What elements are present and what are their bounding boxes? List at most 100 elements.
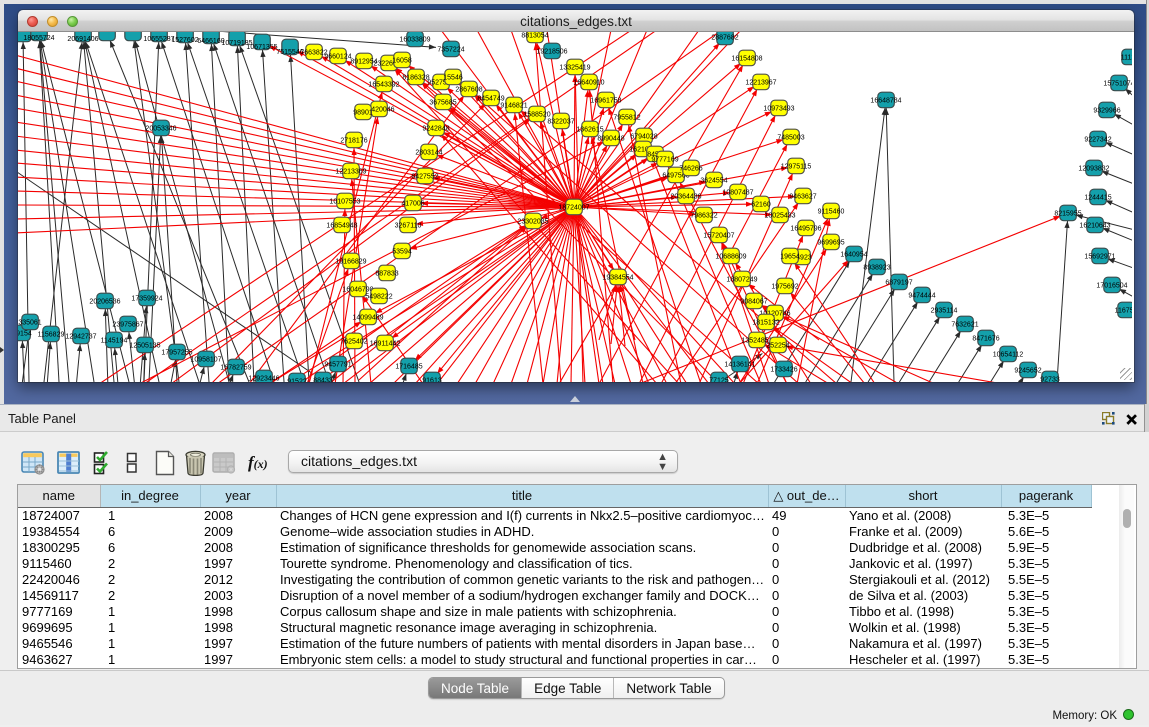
svg-text:3624554: 3624554 xyxy=(700,177,727,184)
svg-text:1244415: 1244415 xyxy=(1084,194,1111,201)
svg-text:16210643: 16210643 xyxy=(1079,222,1110,229)
svg-text:15720407: 15720407 xyxy=(703,232,734,239)
svg-text:10655287: 10655287 xyxy=(143,36,174,43)
svg-text:18055724: 18055724 xyxy=(23,35,54,42)
svg-text:19654: 19654 xyxy=(780,253,800,260)
svg-text:9660124: 9660124 xyxy=(324,53,351,60)
svg-text:9242848: 9242848 xyxy=(422,125,449,132)
svg-text:1588520: 1588520 xyxy=(523,111,550,118)
svg-text:1145194: 1145194 xyxy=(101,337,128,344)
svg-text:10807487: 10807487 xyxy=(722,189,753,196)
svg-text:3675685: 3675685 xyxy=(429,99,456,106)
svg-text:7986322: 7986322 xyxy=(690,212,717,219)
svg-text:39154: 39154 xyxy=(18,330,32,337)
svg-text:1156829: 1156829 xyxy=(38,331,65,338)
svg-text:7625402: 7625402 xyxy=(340,338,367,345)
svg-text:2887682: 2887682 xyxy=(711,34,738,41)
svg-text:12213369: 12213369 xyxy=(335,168,366,175)
svg-text:14136141: 14136141 xyxy=(724,361,755,368)
svg-text:3267110: 3267110 xyxy=(395,222,422,229)
svg-text:16911442: 16911442 xyxy=(370,340,401,347)
svg-text:62160: 62160 xyxy=(751,201,771,208)
svg-text:12093832: 12093832 xyxy=(1078,165,1109,172)
svg-text:252254: 252254 xyxy=(766,342,789,349)
svg-text:9699695: 9699695 xyxy=(817,239,844,246)
svg-text:16640910: 16640910 xyxy=(573,79,604,86)
svg-text:17359924: 17359924 xyxy=(131,295,162,302)
svg-text:8471676: 8471676 xyxy=(972,335,999,342)
svg-text:10654112: 10654112 xyxy=(993,351,1024,358)
svg-text:1975692: 1975692 xyxy=(771,283,798,290)
svg-text:16648784: 16648784 xyxy=(870,97,901,104)
svg-text:10688609: 10688609 xyxy=(715,253,746,260)
svg-text:8215955: 8215955 xyxy=(1054,210,1081,217)
svg-text:7955812: 7955812 xyxy=(613,114,640,121)
svg-text:7485003: 7485003 xyxy=(777,134,804,141)
svg-text:17957255: 17957255 xyxy=(161,349,192,356)
svg-text:8938923: 8938923 xyxy=(863,264,890,271)
svg-text:746266: 746266 xyxy=(679,165,702,172)
svg-text:15692971: 15692971 xyxy=(1084,253,1115,260)
svg-text:2935114: 2935114 xyxy=(931,307,958,314)
svg-text:417006: 417006 xyxy=(401,200,424,207)
svg-text:1640954: 1640954 xyxy=(840,251,867,258)
svg-text:6794028: 6794028 xyxy=(630,133,657,140)
svg-text:16543392: 16543392 xyxy=(368,81,399,88)
svg-text:18807249: 18807249 xyxy=(726,276,757,283)
svg-text:12942737: 12942737 xyxy=(65,333,96,340)
svg-text:9146821: 9146821 xyxy=(500,102,527,109)
svg-text:10025433: 10025433 xyxy=(764,212,795,219)
svg-text:13325419: 13325419 xyxy=(559,64,590,71)
svg-text:20206536: 20206536 xyxy=(89,298,120,305)
svg-text:2867608: 2867608 xyxy=(455,86,482,93)
svg-text:1815132: 1815132 xyxy=(752,319,779,326)
svg-text:10107553: 10107553 xyxy=(329,198,360,205)
svg-text:16495796: 16495796 xyxy=(790,225,821,232)
svg-text:8427552: 8427552 xyxy=(411,173,438,180)
svg-text:23975867: 23975867 xyxy=(112,321,143,328)
svg-text:17016504: 17016504 xyxy=(1096,282,1127,289)
svg-text:7357224: 7357224 xyxy=(437,46,464,53)
svg-text:6879197: 6879197 xyxy=(885,279,912,286)
svg-text:8454749: 8454749 xyxy=(477,95,504,102)
svg-text:116753: 116753 xyxy=(1115,307,1132,314)
svg-text:15546: 15546 xyxy=(443,74,463,81)
svg-text:8813054: 8813054 xyxy=(521,32,548,39)
svg-text:19218506: 19218506 xyxy=(536,48,567,55)
svg-text:8186328: 8186328 xyxy=(402,74,429,81)
svg-text:19166829: 19166829 xyxy=(335,258,366,265)
svg-text:1527602: 1527602 xyxy=(171,37,198,44)
svg-text:14099489: 14099489 xyxy=(352,314,383,321)
svg-text:9084067: 9084067 xyxy=(740,298,767,305)
svg-text:91522: 91522 xyxy=(287,378,307,382)
svg-text:10973493: 10973493 xyxy=(763,105,794,112)
svg-text:1733426: 1733426 xyxy=(770,366,797,373)
svg-text:7632621: 7632621 xyxy=(951,321,978,328)
svg-text:887833: 887833 xyxy=(375,270,398,277)
svg-text:88433: 88433 xyxy=(313,377,333,382)
svg-text:9227342: 9227342 xyxy=(1084,136,1111,143)
svg-text:12975115: 12975115 xyxy=(781,163,812,170)
svg-text:16046798: 16046798 xyxy=(342,286,373,293)
svg-text:77125: 77125 xyxy=(709,377,729,382)
svg-text:18724007: 18724007 xyxy=(558,204,589,211)
svg-text:12213967: 12213967 xyxy=(745,79,776,86)
svg-text:10958107: 10958107 xyxy=(190,356,221,363)
svg-text:92733: 92733 xyxy=(1040,376,1060,382)
svg-text:9329966: 9329966 xyxy=(1093,107,1120,114)
svg-text:5498222: 5498222 xyxy=(365,293,392,300)
svg-text:2718176: 2718176 xyxy=(340,137,367,144)
svg-text:16154808: 16154808 xyxy=(731,55,762,62)
svg-text:16058: 16058 xyxy=(392,57,412,64)
svg-text:11123: 11123 xyxy=(1121,54,1132,61)
svg-text:1362615: 1362615 xyxy=(576,126,603,133)
svg-text:10671355: 10671355 xyxy=(246,44,277,51)
svg-text:20364436: 20364436 xyxy=(670,193,701,200)
svg-text:1716485: 1716485 xyxy=(395,363,422,370)
svg-text:9115460: 9115460 xyxy=(818,208,845,215)
svg-text:9463627: 9463627 xyxy=(789,193,816,200)
svg-text:19384554: 19384554 xyxy=(602,274,633,281)
svg-text:335061: 335061 xyxy=(18,319,41,326)
svg-text:16782759: 16782759 xyxy=(220,364,251,371)
svg-text:8990448: 8990448 xyxy=(597,135,624,142)
